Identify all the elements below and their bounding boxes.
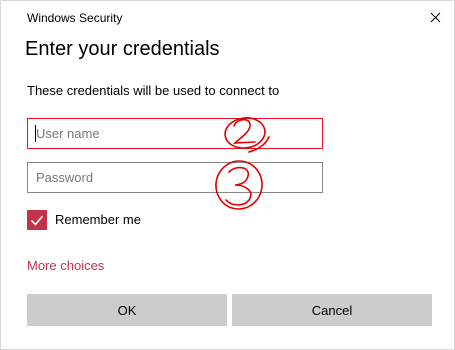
remember-me-checkbox[interactable]: [27, 210, 47, 230]
window-title: Windows Security: [27, 11, 123, 25]
remember-me-label: Remember me: [55, 212, 141, 227]
username-input[interactable]: [27, 118, 323, 149]
text-caret: [35, 125, 36, 142]
credentials-dialog: Windows Security Enter your credentials …: [0, 0, 455, 350]
dialog-description: These credentials will be used to connec…: [27, 83, 280, 98]
dialog-heading: Enter your credentials: [25, 38, 220, 60]
cancel-button[interactable]: Cancel: [232, 294, 432, 326]
ok-button[interactable]: OK: [27, 294, 227, 326]
more-choices-link[interactable]: More choices: [27, 258, 104, 273]
password-input[interactable]: [27, 162, 323, 193]
checkmark-icon: [30, 215, 44, 226]
close-button[interactable]: [423, 7, 447, 29]
close-icon: [430, 12, 441, 23]
